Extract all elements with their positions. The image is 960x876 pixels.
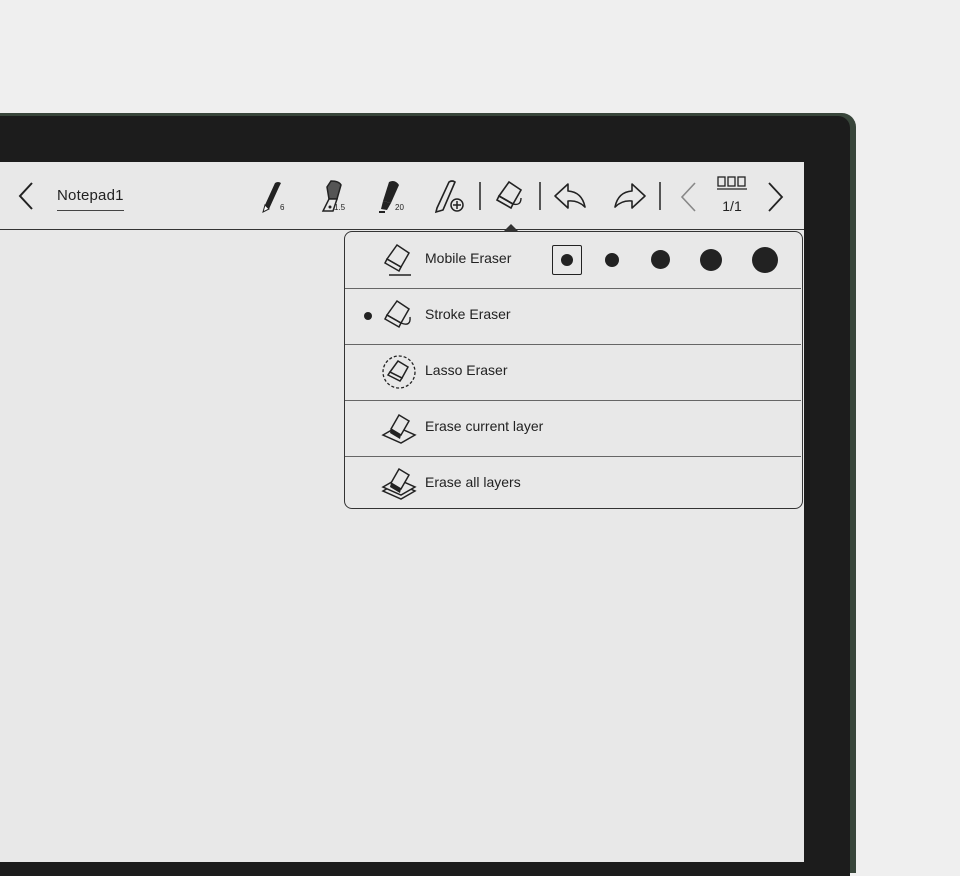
- add-pen-icon: [434, 180, 464, 214]
- eraser-option-lasso[interactable]: Lasso Eraser: [345, 344, 801, 401]
- stroke-eraser-icon: [381, 297, 417, 333]
- chevron-left-icon: [680, 182, 696, 212]
- redo-button[interactable]: [610, 178, 650, 214]
- popup-pointer: [504, 224, 518, 231]
- eraser-option-label: Mobile Eraser: [425, 250, 512, 266]
- screen: Notepad1 6 1.5 20 1/1 Mobile Eraser Stro…: [0, 162, 804, 862]
- eraser-size-option[interactable]: [651, 250, 670, 269]
- eraser-tool-button[interactable]: [490, 178, 528, 214]
- lasso-eraser-icon: [381, 353, 417, 389]
- undo-button[interactable]: [550, 178, 590, 214]
- page-overview-icon: [716, 176, 748, 195]
- eraser-size-option[interactable]: [752, 247, 778, 273]
- eraser-option-label: Erase all layers: [425, 474, 521, 490]
- toolbar-divider: [539, 182, 541, 210]
- eraser-option-label: Lasso Eraser: [425, 362, 508, 378]
- eraser-option-current-layer[interactable]: Erase current layer: [345, 400, 801, 457]
- eraser-option-mobile[interactable]: Mobile Eraser: [345, 232, 801, 289]
- eraser-option-stroke[interactable]: Stroke Eraser: [345, 288, 801, 345]
- chevron-right-icon: [768, 182, 784, 212]
- eraser-option-all-layers[interactable]: Erase all layers: [345, 456, 801, 512]
- eraser-option-label: Stroke Eraser: [425, 306, 511, 322]
- eraser-icon: [495, 180, 523, 210]
- redo-icon: [614, 183, 646, 209]
- selected-indicator: [364, 312, 372, 320]
- add-pen-button[interactable]: [430, 178, 466, 214]
- eraser-size-option[interactable]: [605, 253, 619, 267]
- next-page-button[interactable]: [764, 180, 788, 214]
- back-button[interactable]: [14, 180, 38, 212]
- eraser-option-label: Erase current layer: [425, 418, 544, 434]
- pen-size-label: 1.5: [334, 203, 346, 212]
- undo-icon: [554, 183, 586, 209]
- pen-size-label: 20: [395, 203, 404, 212]
- page-number: 1/1: [722, 198, 742, 214]
- pen-size-label: 6: [280, 203, 285, 212]
- page-indicator[interactable]: 1/1: [716, 176, 748, 214]
- eraser-size-option[interactable]: [700, 249, 722, 271]
- toolbar-divider: [479, 182, 481, 210]
- erase-current-layer-icon: [381, 409, 417, 445]
- mobile-eraser-icon: [381, 241, 417, 277]
- eraser-size-dot: [561, 254, 573, 266]
- notepad-title[interactable]: Notepad1: [57, 187, 124, 211]
- toolbar: Notepad1 6 1.5 20 1/1: [0, 162, 804, 230]
- eraser-menu: Mobile Eraser Stroke Eraser Lasso Eraser…: [344, 231, 803, 509]
- chevron-left-icon: [18, 182, 33, 210]
- eraser-size-selector: [552, 242, 802, 278]
- previous-page-button[interactable]: [676, 180, 700, 214]
- erase-all-layers-icon: [381, 465, 417, 501]
- toolbar-divider: [659, 182, 661, 210]
